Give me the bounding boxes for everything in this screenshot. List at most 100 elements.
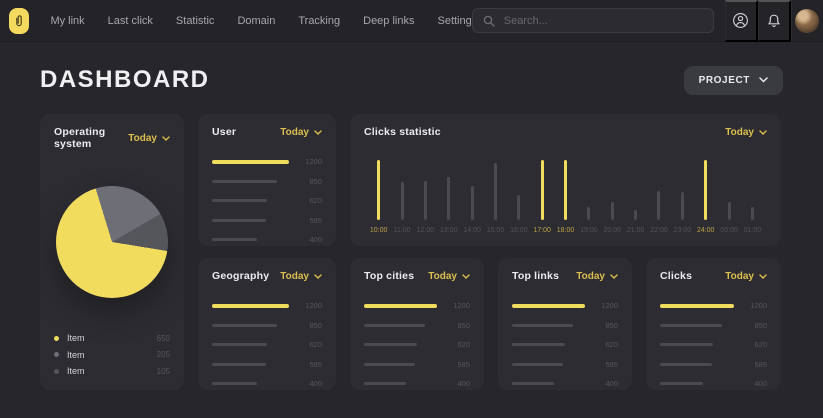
bar-row: 620: [212, 340, 322, 349]
top-navbar: My link Last click Statistic Domain Tracking…: [0, 0, 823, 42]
period-label: Today: [725, 127, 754, 138]
bar-chart: 1200 850 620 585: [512, 301, 618, 390]
nav-link-statistic[interactable]: Statistic: [176, 15, 215, 27]
bar-label: 14:00: [463, 227, 481, 234]
bar-value: 850: [593, 321, 618, 330]
period-dropdown[interactable]: Today: [725, 271, 767, 282]
bar-row: 1200: [512, 301, 618, 310]
bar-track: [660, 362, 734, 366]
avatar[interactable]: [795, 9, 819, 33]
period-dropdown[interactable]: Today: [280, 127, 322, 138]
bar-value: 1200: [593, 301, 618, 310]
bar-value: 620: [297, 196, 322, 205]
period-dropdown[interactable]: Today: [128, 133, 170, 144]
chevron-down-icon: [759, 274, 767, 279]
bar-value: 400: [742, 379, 767, 388]
bar: [681, 192, 684, 220]
card-top-cities: Top cities Today 1200 850: [350, 258, 484, 390]
nav-link-domain[interactable]: Domain: [237, 15, 275, 27]
legend-value: 650: [157, 334, 170, 343]
bar-value: 1200: [297, 301, 322, 310]
bar-column: 01:00: [741, 160, 764, 234]
period-dropdown[interactable]: Today: [576, 271, 618, 282]
bar: [751, 207, 754, 220]
chevron-down-icon: [314, 130, 322, 135]
pie-chart: [56, 186, 168, 298]
bar: [517, 195, 520, 220]
legend-dot: [54, 336, 59, 341]
bar-label: 13:00: [440, 227, 458, 234]
bar-row: 585: [364, 360, 470, 369]
bar-chart: 1200 850 620 585: [364, 301, 470, 390]
bar-track: [212, 323, 289, 327]
legend-item: Item 650: [54, 333, 170, 343]
bar: [471, 186, 474, 220]
nav-link-tracking[interactable]: Tracking: [298, 15, 340, 27]
card-clicks: Clicks Today 1200 850: [646, 258, 781, 390]
bar: [512, 324, 573, 327]
bar-track: [364, 343, 437, 347]
chevron-down-icon: [314, 274, 322, 279]
bar: [364, 382, 406, 385]
bar-track: [512, 304, 585, 308]
user-circle-icon: [732, 12, 749, 29]
period-dropdown[interactable]: Today: [725, 127, 767, 138]
card-title: Top cities: [364, 270, 414, 282]
nav-link-my-link[interactable]: My link: [50, 15, 84, 27]
app-logo[interactable]: [9, 8, 29, 34]
bar: [212, 382, 257, 385]
bar-track: [494, 160, 497, 220]
avatar-cell: [791, 0, 823, 42]
page-header: DASHBOARD PROJECT: [0, 42, 823, 114]
bar-track: [564, 160, 567, 220]
bar-track: [728, 160, 731, 220]
bar-track: [660, 382, 734, 386]
period-dropdown[interactable]: Today: [280, 271, 322, 282]
bar-value: 400: [297, 379, 322, 388]
search-input[interactable]: [502, 14, 703, 28]
chevron-down-icon: [162, 136, 170, 141]
bar-track: [212, 179, 289, 183]
bar-row: 400: [212, 379, 322, 388]
bar-label: 22:00: [650, 227, 668, 234]
bar: [541, 160, 544, 220]
bar-track: [212, 304, 289, 308]
period-label: Today: [428, 271, 457, 282]
card-user: User Today 1200 850: [198, 114, 336, 246]
bar-row: 850: [660, 321, 767, 330]
notifications-button[interactable]: [758, 0, 791, 42]
bar: [660, 382, 703, 385]
legend-dot: [54, 369, 59, 374]
bar: [447, 177, 450, 220]
bar-value: 585: [593, 360, 618, 369]
bar: [212, 219, 266, 222]
bar: [424, 181, 427, 220]
card-title: Operating system: [54, 126, 128, 150]
bar-label: 24:00: [697, 227, 715, 234]
bar: [728, 202, 731, 220]
bar-row: 1200: [212, 301, 322, 310]
nav-link-last-click[interactable]: Last click: [108, 15, 153, 27]
project-dropdown[interactable]: PROJECT: [684, 66, 783, 95]
search-box[interactable]: [472, 8, 714, 33]
bar-column: 23:00: [671, 160, 694, 234]
bar-row: 400: [660, 379, 767, 388]
legend-value: 205: [157, 350, 170, 359]
bar: [611, 202, 614, 220]
bar: [660, 324, 722, 327]
bar-chart: 1200 850 620 585: [212, 157, 322, 246]
bar: [704, 160, 707, 220]
bar-chart: 1200 850 620 585: [660, 301, 767, 390]
bar: [364, 304, 437, 308]
dashboard-grid: Operating system Today Item 650 Item 205: [0, 114, 823, 390]
period-label: Today: [725, 271, 754, 282]
bar-value: 620: [742, 340, 767, 349]
nav-link-deep-links[interactable]: Deep links: [363, 15, 414, 27]
bar-track: [657, 160, 660, 220]
nav-links: My link Last click Statistic Domain Tracking…: [50, 15, 471, 27]
user-circle-button[interactable]: [725, 0, 758, 42]
period-dropdown[interactable]: Today: [428, 271, 470, 282]
card-title: User: [212, 126, 236, 138]
bar-track: [364, 362, 437, 366]
nav-link-setting[interactable]: Setting: [437, 15, 471, 27]
